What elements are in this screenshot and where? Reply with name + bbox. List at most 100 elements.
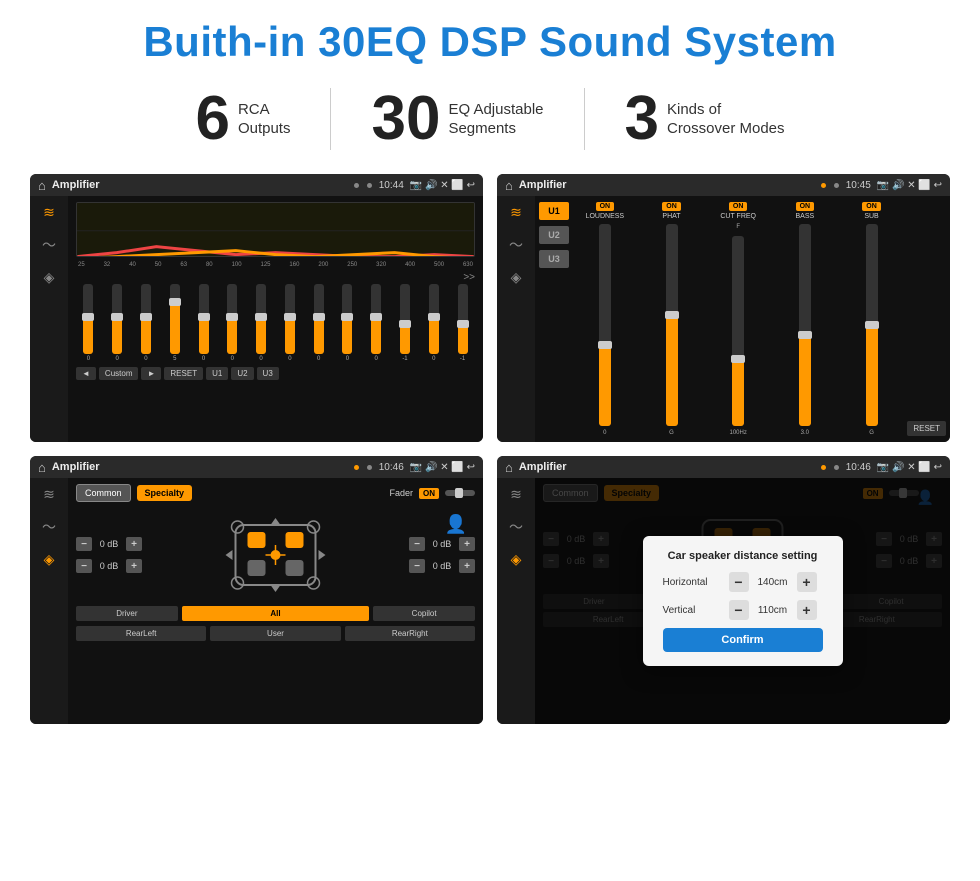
home-icon-2[interactable]: ⌂ xyxy=(505,178,513,193)
wave-icon-4[interactable]: 〜 xyxy=(509,517,523,537)
dialog-title: Car speaker distance setting xyxy=(663,550,823,562)
bass-val: 3.0 xyxy=(801,430,809,436)
copilot-db-control: − 0 dB + xyxy=(409,537,475,551)
speaker-icon-3[interactable]: ◈ xyxy=(44,551,55,568)
eq-freq-labels: 2532405063 80100125160200 25032040050063… xyxy=(76,262,475,268)
rearright-minus[interactable]: − xyxy=(409,559,425,573)
driver-db-val: 0 dB xyxy=(95,539,123,549)
avatar-icon: 👤 xyxy=(445,514,467,535)
cutfreq-on: ON xyxy=(729,202,748,211)
loudness-on: ON xyxy=(596,202,615,211)
channel-phat: ON PHAT G xyxy=(640,202,704,436)
wave-icon-2[interactable]: 〜 xyxy=(509,235,523,255)
vertical-control: − 110cm + xyxy=(729,600,817,620)
fader-slider[interactable] xyxy=(445,490,475,496)
driver-db-control: − 0 dB + xyxy=(76,537,142,551)
speaker-icon-2[interactable]: ◈ xyxy=(511,269,522,286)
screen-distance: ⌂ Amplifier 10:46 📷 🔊 ✕ ⬜ ↩ ≋ 〜 ◈ Common… xyxy=(497,456,950,724)
screen2-time: 10:45 xyxy=(846,180,871,191)
bottom-btns-3b: RearLeft User RearRight xyxy=(76,626,475,641)
channel-cutfreq: ON CUT FREQ F 100Hz xyxy=(706,202,770,436)
u1-button[interactable]: U1 xyxy=(539,202,569,220)
wave-icon-3[interactable]: 〜 xyxy=(42,517,56,537)
cutfreq-val: 100Hz xyxy=(730,430,747,436)
left-icons-4: ≋ 〜 ◈ xyxy=(497,478,535,724)
eq-slider-10: 0 xyxy=(364,284,389,362)
screen-eq: ⌂ Amplifier 10:44 📷 🔊 ✕ ⬜ ↩ ≋ 〜 ◈ xyxy=(30,174,483,442)
screen4-status-icons: 📷 🔊 ✕ ⬜ ↩ xyxy=(877,462,942,473)
eq-slider-3: 5 xyxy=(162,284,187,362)
eq-icon-2[interactable]: ≋ xyxy=(510,204,522,221)
eq-slider-0: 0 xyxy=(76,284,101,362)
specialty-tab[interactable]: Specialty xyxy=(137,485,193,501)
u1-btn[interactable]: U1 xyxy=(206,367,228,380)
eq-icon[interactable]: ≋ xyxy=(43,204,55,221)
u3-btn[interactable]: U3 xyxy=(257,367,279,380)
crossover-channels: ON LOUDNESS 0 ON PHAT xyxy=(573,202,903,436)
rearleft-btn[interactable]: RearLeft xyxy=(76,626,206,641)
dialog-overlay: Car speaker distance setting Horizontal … xyxy=(535,478,950,724)
rearleft-minus[interactable]: − xyxy=(76,559,92,573)
screen2-content: ≋ 〜 ◈ U1 U2 U3 ON LOUDNESS xyxy=(497,196,950,442)
common-tab[interactable]: Common xyxy=(76,484,131,502)
sub-slider[interactable] xyxy=(866,224,878,426)
bass-on: ON xyxy=(796,202,815,211)
horizontal-value: 140cm xyxy=(753,577,793,588)
eq-icon-3[interactable]: ≋ xyxy=(43,486,55,503)
bass-slider[interactable] xyxy=(799,224,811,426)
home-icon-1[interactable]: ⌂ xyxy=(38,178,46,193)
speaker-icon-4[interactable]: ◈ xyxy=(511,551,522,568)
copilot-btn[interactable]: Copilot xyxy=(373,606,475,621)
u2-btn[interactable]: U2 xyxy=(231,367,253,380)
all-btn[interactable]: All xyxy=(182,606,370,621)
horizontal-minus[interactable]: − xyxy=(729,572,749,592)
u3-button[interactable]: U3 xyxy=(539,250,569,268)
loudness-slider[interactable] xyxy=(599,224,611,426)
screens-grid: ⌂ Amplifier 10:44 📷 🔊 ✕ ⬜ ↩ ≋ 〜 ◈ xyxy=(30,174,950,724)
rearright-db-control: − 0 dB + xyxy=(409,559,475,573)
rearright-plus[interactable]: + xyxy=(459,559,475,573)
crossover-reset-btn[interactable]: RESET xyxy=(907,421,946,436)
fader-on-badge: ON xyxy=(419,488,439,499)
play-btn[interactable]: ► xyxy=(141,367,161,380)
eq-slider-1: 0 xyxy=(105,284,130,362)
screen2-title: Amplifier xyxy=(519,179,814,191)
screen4-title: Amplifier xyxy=(519,461,814,473)
vertical-value: 110cm xyxy=(753,605,793,616)
car-diagram-area xyxy=(148,510,403,600)
main-title: Buith-in 30EQ DSP Sound System xyxy=(30,18,950,66)
rearright-btn[interactable]: RearRight xyxy=(345,626,475,641)
stat-rca: 6 RCA Outputs xyxy=(155,88,331,150)
u2-button[interactable]: U2 xyxy=(539,226,569,244)
speaker-icon[interactable]: ◈ xyxy=(44,269,55,286)
copilot-plus[interactable]: + xyxy=(459,537,475,551)
confirm-button[interactable]: Confirm xyxy=(663,628,823,652)
screen3-time: 10:46 xyxy=(379,462,404,473)
eq-icon-4[interactable]: ≋ xyxy=(510,486,522,503)
vertical-minus[interactable]: − xyxy=(729,600,749,620)
rearright-db-val: 0 dB xyxy=(428,561,456,571)
driver-minus[interactable]: − xyxy=(76,537,92,551)
copilot-minus[interactable]: − xyxy=(409,537,425,551)
horizontal-plus[interactable]: + xyxy=(797,572,817,592)
dot1 xyxy=(354,183,359,188)
vertical-plus[interactable]: + xyxy=(797,600,817,620)
home-icon-4[interactable]: ⌂ xyxy=(505,460,513,475)
driver-plus[interactable]: + xyxy=(126,537,142,551)
cutfreq-slider[interactable] xyxy=(732,236,744,426)
reset-btn[interactable]: RESET xyxy=(164,367,203,380)
rearleft-db-control: − 0 dB + xyxy=(76,559,142,573)
channel-bass: ON BASS 3.0 xyxy=(773,202,837,436)
eq-slider-5: 0 xyxy=(220,284,245,362)
user-btn[interactable]: User xyxy=(210,626,340,641)
wave-icon[interactable]: 〜 xyxy=(42,235,56,255)
driver-btn[interactable]: Driver xyxy=(76,606,178,621)
prev-btn[interactable]: ◄ xyxy=(76,367,96,380)
home-icon-3[interactable]: ⌂ xyxy=(38,460,46,475)
rearleft-plus[interactable]: + xyxy=(126,559,142,573)
stat-eq-desc: EQ Adjustable Segments xyxy=(448,100,543,139)
phat-slider[interactable] xyxy=(666,224,678,426)
screen4-time: 10:46 xyxy=(846,462,871,473)
eq-arrows[interactable]: >> xyxy=(463,272,475,283)
screen3-title: Amplifier xyxy=(52,461,347,473)
